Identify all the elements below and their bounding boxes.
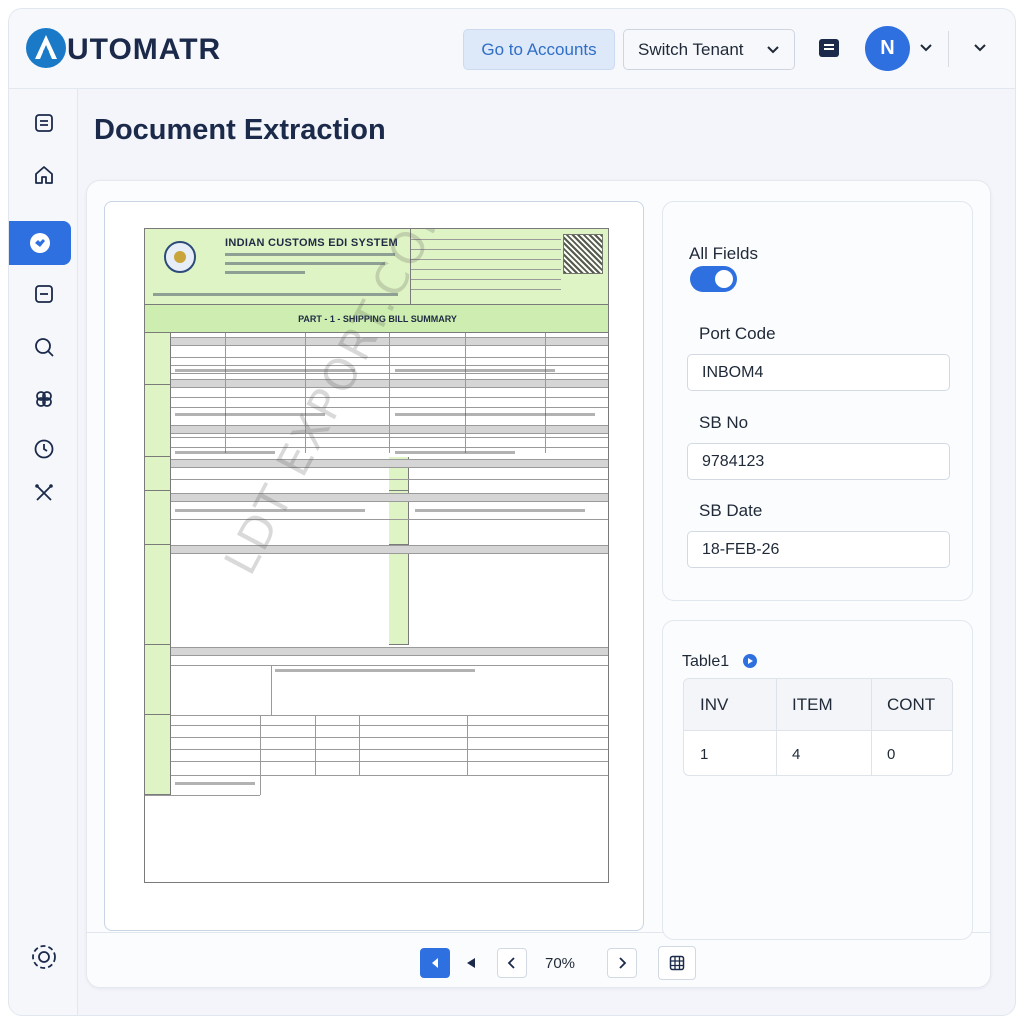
settings-icon bbox=[31, 945, 56, 969]
customs-emblem-icon bbox=[164, 241, 196, 273]
minus-box-icon bbox=[34, 285, 53, 303]
document-viewer[interactable]: INDIAN CUSTOMS EDI SYSTEM PART - 1 - SHI… bbox=[104, 201, 644, 931]
notes-icon[interactable] bbox=[819, 39, 839, 57]
sidebar-item-history[interactable] bbox=[9, 427, 78, 471]
document-icon bbox=[34, 114, 53, 132]
sidebar-item-extraction[interactable] bbox=[9, 221, 71, 265]
all-fields-label: All Fields bbox=[689, 244, 758, 263]
extraction-icon bbox=[30, 233, 50, 253]
sb-no-field[interactable] bbox=[687, 443, 950, 480]
all-fields-toggle[interactable] bbox=[690, 266, 737, 292]
chevron-down-icon[interactable] bbox=[973, 41, 987, 55]
sidebar bbox=[9, 89, 78, 1015]
chevron-down-icon[interactable] bbox=[919, 41, 933, 55]
sidebar-item-home[interactable] bbox=[9, 153, 78, 197]
first-page-button[interactable] bbox=[420, 948, 450, 978]
next-page-button[interactable] bbox=[607, 948, 637, 978]
sb-date-label: SB Date bbox=[699, 501, 763, 520]
document-page: INDIAN CUSTOMS EDI SYSTEM PART - 1 - SHI… bbox=[144, 228, 609, 883]
chevron-right-icon bbox=[619, 957, 627, 969]
switch-tenant-button[interactable]: Switch Tenant bbox=[623, 29, 795, 70]
table-cell[interactable]: 0 bbox=[871, 731, 952, 775]
tools-icon bbox=[34, 484, 53, 501]
extracted-table: INV ITEM CONT 1 4 0 bbox=[683, 678, 953, 776]
sb-date-field[interactable] bbox=[687, 531, 950, 568]
sidebar-item-tools[interactable] bbox=[9, 471, 78, 515]
table-cell[interactable]: 1 bbox=[684, 731, 776, 775]
grid-icon bbox=[669, 955, 685, 971]
table-cell[interactable]: 4 bbox=[776, 731, 871, 775]
table-header-cell: INV bbox=[684, 679, 776, 731]
previous-page-button[interactable] bbox=[456, 948, 486, 978]
table-header-cell: CONT bbox=[871, 679, 952, 731]
sb-no-label: SB No bbox=[699, 413, 749, 432]
integrations-icon bbox=[35, 391, 52, 407]
zoom-level[interactable]: 70% bbox=[534, 948, 586, 978]
sidebar-item-documents[interactable] bbox=[9, 101, 78, 145]
chevron-down-icon bbox=[767, 46, 779, 54]
go-to-accounts-button[interactable]: Go to Accounts bbox=[463, 29, 615, 70]
play-icon[interactable] bbox=[743, 654, 757, 668]
header-divider bbox=[948, 31, 949, 67]
first-page-icon bbox=[432, 958, 438, 968]
table-view-button[interactable] bbox=[658, 946, 696, 980]
document-title: INDIAN CUSTOMS EDI SYSTEM bbox=[225, 237, 398, 249]
sidebar-item-queue[interactable] bbox=[9, 272, 78, 316]
history-icon bbox=[34, 439, 53, 459]
table-header-cell: ITEM bbox=[776, 679, 871, 731]
port-code-label: Port Code bbox=[699, 324, 776, 343]
triangle-left-icon bbox=[467, 958, 475, 968]
sidebar-item-integrations[interactable] bbox=[9, 377, 78, 421]
top-header: UTOMATR Go to Accounts Switch Tenant N bbox=[9, 9, 1015, 89]
step-back-button[interactable] bbox=[497, 948, 527, 978]
sidebar-item-search[interactable] bbox=[9, 325, 78, 369]
logo-text: UTOMATR bbox=[67, 33, 222, 66]
switch-tenant-label: Switch Tenant bbox=[638, 39, 744, 59]
port-code-field[interactable] bbox=[687, 354, 950, 391]
chevron-left-icon bbox=[507, 957, 515, 969]
qr-code bbox=[563, 234, 603, 274]
logo-icon bbox=[26, 28, 66, 68]
avatar[interactable]: N bbox=[865, 26, 910, 71]
page-title: Document Extraction bbox=[94, 114, 386, 146]
search-icon bbox=[34, 338, 54, 357]
table-title: Table1 bbox=[682, 653, 730, 670]
home-icon bbox=[34, 166, 53, 184]
sidebar-item-settings[interactable] bbox=[9, 935, 78, 979]
